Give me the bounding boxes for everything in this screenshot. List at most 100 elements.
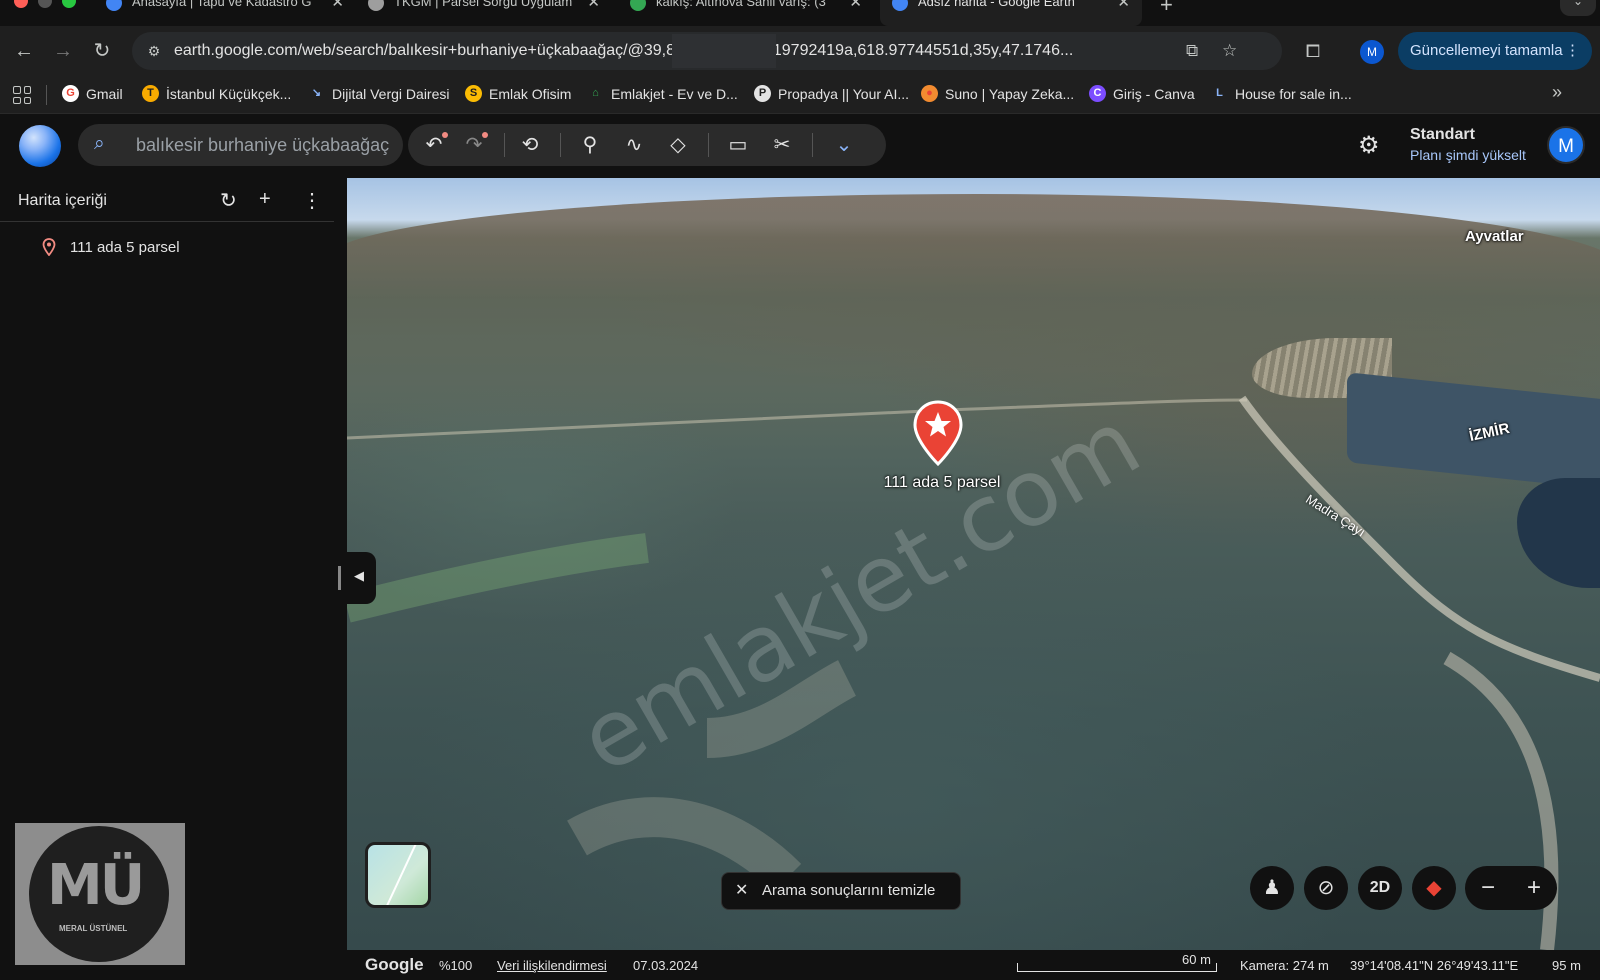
pegman-street-view-icon[interactable]: ♟: [1250, 866, 1294, 910]
tab-google-earth[interactable]: Adsız harita - Google Earth ✕: [880, 0, 1142, 26]
update-browser-label: Güncellemeyi tamamla: [1410, 42, 1563, 59]
toolbar-divider: [812, 133, 813, 157]
measure-ruler-icon[interactable]: ▭: [724, 132, 752, 158]
tab-close-icon[interactable]: ✕: [849, 0, 862, 11]
site-info-icon[interactable]: ⚙: [144, 41, 164, 61]
new-tab-button[interactable]: +: [1160, 0, 1173, 18]
bookmark-item[interactable]: ⌂ Emlakjet - Ev ve D...: [587, 85, 738, 102]
clear-search-results-button[interactable]: ✕ Arama sonuçlarını temizle: [721, 872, 961, 910]
bookmark-item[interactable]: L House for sale in...: [1211, 85, 1352, 102]
bookmark-favicon-icon: G: [62, 85, 79, 102]
refresh-icon[interactable]: ↻: [220, 188, 237, 213]
toolbar-divider: [708, 133, 709, 157]
clear-search-label: Arama sonuçlarını temizle: [762, 882, 936, 899]
url-redaction: [672, 34, 776, 68]
toggle-2d-button[interactable]: 2D: [1358, 866, 1402, 910]
bookmark-label: Propadya || Your AI...: [778, 85, 910, 102]
tab-label: Adsız harita - Google Earth: [918, 0, 1075, 9]
map-river-bed: [1238, 395, 1600, 682]
account-avatar[interactable]: M: [1547, 126, 1585, 164]
tab-favicon-icon: [630, 0, 646, 11]
imagery-date: 07.03.2024: [633, 958, 699, 973]
bookmark-star-icon[interactable]: ☆: [1222, 41, 1237, 61]
toolbar-divider: [560, 133, 561, 157]
placemark-label[interactable]: 111 ada 5 parsel: [857, 474, 1027, 492]
map-meadow: [347, 533, 649, 623]
tab-close-icon[interactable]: ✕: [1117, 0, 1130, 11]
zoom-out-button[interactable]: −: [1465, 866, 1511, 910]
bookmarks-bar: G Gmail T İstanbul Küçükçek... ↘ Dijital Verg…: [0, 76, 1600, 114]
more-bookmarks-chevron-icon[interactable]: »: [1552, 82, 1562, 103]
apps-grid-icon[interactable]: [13, 86, 31, 104]
back-arrow-icon[interactable]: ←: [11, 38, 37, 64]
more-vert-icon[interactable]: ⋮: [302, 188, 322, 213]
add-placemark-icon[interactable]: ⚲: [576, 132, 604, 158]
bookmark-item[interactable]: P Propadya || Your AI...: [754, 85, 909, 102]
tab-label: kalkış: Altınova Sahil varış: (3: [656, 0, 826, 9]
map-clearing: [567, 797, 802, 893]
tab-maps-directions[interactable]: kalkış: Altınova Sahil varış: (3 ✕: [618, 0, 874, 26]
close-window-button[interactable]: [14, 0, 28, 8]
bookmark-item[interactable]: ● Suno | Yapay Zeka...: [921, 85, 1074, 102]
tab-parsel-sorgu[interactable]: TKGM | Parsel Sorgu Uygulam ✕: [356, 0, 612, 26]
google-earth-logo-icon[interactable]: [19, 125, 61, 167]
sidebar-collapse-handle[interactable]: ◀: [338, 552, 376, 604]
zoom-in-button[interactable]: +: [1511, 866, 1557, 910]
reload-icon[interactable]: ↻: [89, 38, 115, 64]
bookmark-item[interactable]: ↘ Dijital Vergi Dairesi: [308, 85, 450, 102]
camera-altitude: Kamera: 274 m: [1240, 958, 1329, 973]
tab-strip: Anasayfa | Tapu ve Kadastro G ✕ TKGM | P…: [0, 0, 1600, 26]
bookmark-label: Suno | Yapay Zeka...: [945, 85, 1075, 102]
add-path-icon[interactable]: ∿: [620, 132, 648, 158]
location-disabled-icon[interactable]: ⊘: [1304, 866, 1348, 910]
bookmarks-divider: [46, 85, 47, 105]
drag-handle-bar[interactable]: [338, 566, 341, 590]
extensions-icon[interactable]: ⧠: [1300, 38, 1326, 64]
tab-close-icon[interactable]: ✕: [331, 0, 344, 11]
earth-search-box[interactable]: ⌕ balıkesir burhaniye üçkabaağaç: [78, 124, 403, 166]
bookmark-favicon-icon: ●: [921, 85, 938, 102]
tab-favicon-icon: [106, 0, 122, 11]
zoom-level: %100: [439, 958, 473, 973]
earth-search-input[interactable]: balıkesir burhaniye üçkabaağaç: [136, 135, 396, 156]
forward-arrow-icon[interactable]: →: [50, 38, 76, 64]
tab-label: TKGM | Parsel Sorgu Uygulam: [394, 0, 573, 9]
bookmark-label: Giriş - Canva: [1113, 85, 1195, 102]
tools-icon[interactable]: ✂: [768, 132, 796, 158]
cursor-coordinates: 39°14'08.41"N 26°49'43.11"E: [1350, 958, 1519, 973]
minimize-window-button[interactable]: [38, 0, 52, 8]
address-bar[interactable]: ⚙ earth.google.com/web/search/balıkesir+…: [132, 32, 1282, 70]
plan-info[interactable]: Standart Planı şimdi yükselt: [1410, 126, 1526, 163]
bookmark-favicon-icon: T: [142, 85, 159, 102]
layers-icon[interactable]: ◇: [664, 132, 692, 158]
data-attribution-link[interactable]: Veri ilişkilendirmesi: [497, 958, 607, 973]
undo-icon[interactable]: ↶: [420, 132, 448, 158]
map-style-thumbnail[interactable]: [365, 842, 431, 908]
more-tools-chevron-icon[interactable]: ⌄: [830, 132, 858, 158]
install-app-icon[interactable]: ⧉: [1186, 41, 1198, 61]
more-vert-icon[interactable]: ⋮: [1565, 32, 1580, 70]
bookmark-item[interactable]: T İstanbul Küçükçek...: [142, 85, 291, 102]
settings-gear-icon[interactable]: ⚙: [1358, 131, 1380, 160]
bookmark-item[interactable]: G Gmail: [62, 85, 123, 102]
toolbar-divider: [504, 133, 505, 157]
upgrade-plan-link[interactable]: Planı şimdi yükselt: [1410, 147, 1526, 163]
sidebar-item-placemark[interactable]: 111 ada 5 parsel: [42, 238, 180, 256]
compass-icon[interactable]: ◆: [1412, 866, 1456, 910]
tab-close-icon[interactable]: ✕: [587, 0, 600, 11]
update-browser-button[interactable]: Güncellemeyi tamamla ⋮: [1398, 32, 1592, 70]
bookmark-favicon-icon: L: [1216, 87, 1223, 99]
earth-3d-map[interactable]: emlakjet.com Ayvatlar İZMİR Madra Çayı 1…: [347, 178, 1600, 950]
tab-search-chevron-icon[interactable]: ⌄: [1560, 0, 1596, 16]
redo-icon[interactable]: ↷: [460, 132, 488, 158]
tab-tkgm-home[interactable]: Anasayfa | Tapu ve Kadastro G ✕: [94, 0, 356, 26]
place-label[interactable]: Ayvatlar: [1465, 228, 1524, 245]
bookmark-item[interactable]: C Giriş - Canva: [1089, 85, 1195, 102]
bookmark-item[interactable]: S Emlak Ofisim: [465, 85, 571, 102]
earth-tools: ↶ ↷ ⟲ ⚲ ∿ ◇ ▭ ✂ ⌄: [408, 124, 886, 166]
history-icon[interactable]: ⟲: [516, 132, 544, 158]
profile-avatar[interactable]: M: [1360, 40, 1384, 64]
placemark-star-pin-icon[interactable]: [912, 400, 964, 466]
maximize-window-button[interactable]: [62, 0, 76, 8]
add-icon[interactable]: +: [259, 188, 271, 211]
